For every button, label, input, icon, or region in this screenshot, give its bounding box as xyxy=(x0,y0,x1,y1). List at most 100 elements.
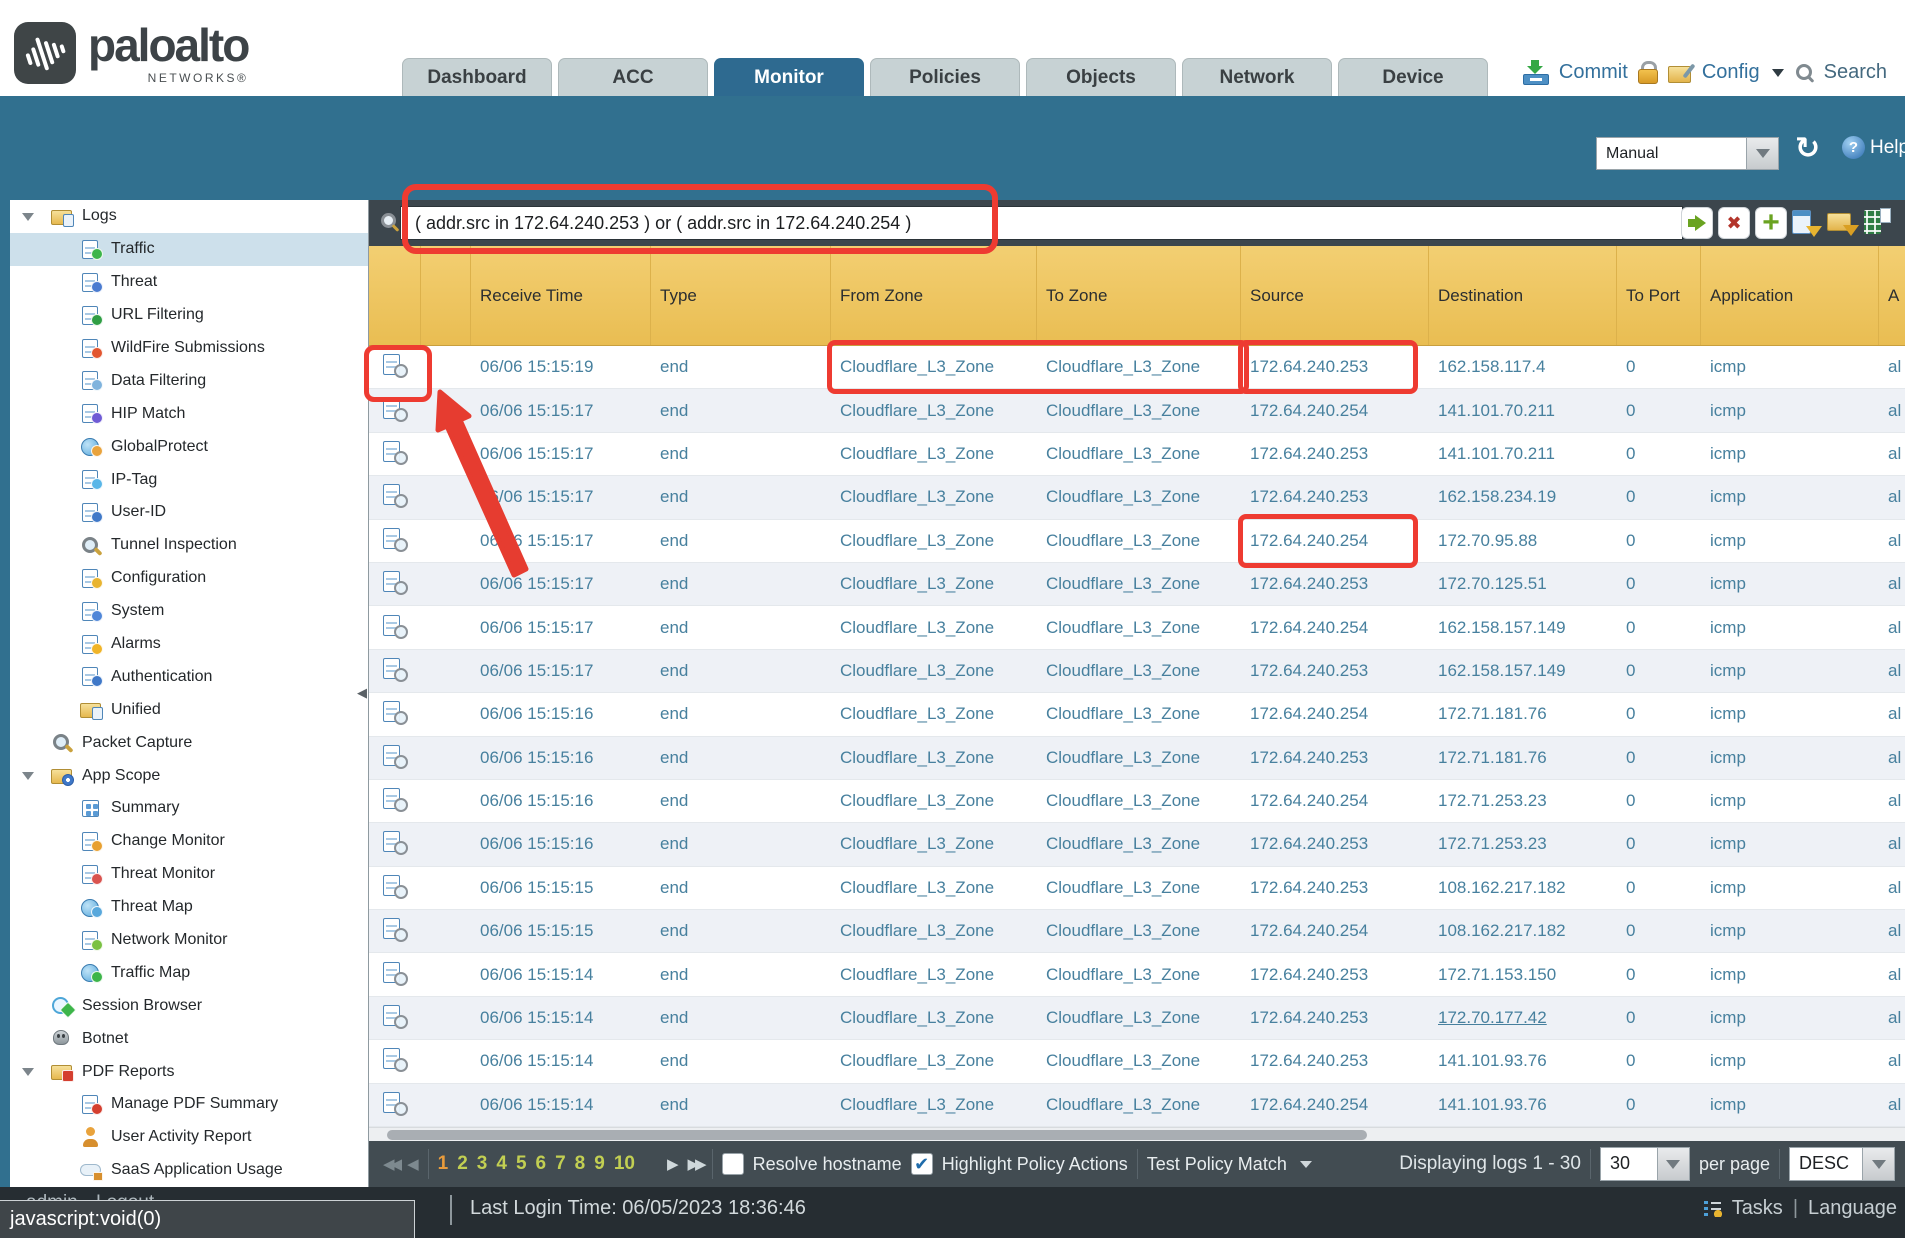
table-row[interactable]: 06/06 15:15:14 end Cloudflare_L3_Zone Cl… xyxy=(369,1084,1905,1127)
table-row[interactable]: 06/06 15:15:14 end Cloudflare_L3_Zone Cl… xyxy=(369,953,1905,996)
log-detail-icon[interactable] xyxy=(382,658,408,684)
log-detail-icon[interactable] xyxy=(382,788,408,814)
log-detail-icon[interactable] xyxy=(382,398,408,424)
table-row[interactable]: 06/06 15:15:17 end Cloudflare_L3_Zone Cl… xyxy=(369,476,1905,519)
sidebar-item[interactable]: User-ID xyxy=(10,496,368,529)
nav-tab[interactable]: Monitor xyxy=(714,58,864,96)
sidebar-item[interactable]: Traffic xyxy=(10,233,368,266)
table-row[interactable]: 06/06 15:15:17 end Cloudflare_L3_Zone Cl… xyxy=(369,520,1905,563)
horizontal-scrollbar-thumb[interactable] xyxy=(387,1130,1367,1140)
cell-destination[interactable]: 172.70.125.51 xyxy=(1429,574,1617,594)
sidebar-item[interactable]: System xyxy=(10,595,368,628)
sidebar-item[interactable]: Threat Map xyxy=(10,891,368,924)
sidebar-item[interactable]: Traffic Map xyxy=(10,956,368,989)
sidebar-item[interactable]: Alarms xyxy=(10,628,368,661)
tasks-button[interactable]: Tasks xyxy=(1732,1197,1783,1220)
table-row[interactable]: 06/06 15:15:16 end Cloudflare_L3_Zone Cl… xyxy=(369,780,1905,823)
log-detail-icon[interactable] xyxy=(382,354,408,380)
table-row[interactable]: 06/06 15:15:16 end Cloudflare_L3_Zone Cl… xyxy=(369,823,1905,866)
column-header-action[interactable]: A xyxy=(1879,246,1905,345)
table-row[interactable]: 06/06 15:15:15 end Cloudflare_L3_Zone Cl… xyxy=(369,867,1905,910)
sidebar-item[interactable]: Authentication xyxy=(10,660,368,693)
log-detail-icon[interactable] xyxy=(382,962,408,988)
nav-tab[interactable]: ACC xyxy=(558,58,708,96)
export-csv-icon[interactable] xyxy=(1864,208,1892,238)
sidebar-item[interactable]: PDF Reports xyxy=(10,1055,368,1088)
sidebar-item[interactable]: Network Monitor xyxy=(10,924,368,957)
page-number[interactable]: 8 xyxy=(575,1153,586,1175)
page-number[interactable]: 9 xyxy=(594,1153,605,1175)
sidebar-item[interactable]: Botnet xyxy=(10,1022,368,1055)
cell-destination[interactable]: 172.71.181.76 xyxy=(1429,704,1617,724)
per-page-dropdown-button[interactable] xyxy=(1657,1148,1689,1180)
cell-destination[interactable]: 172.71.253.23 xyxy=(1429,834,1617,854)
page-number[interactable]: 3 xyxy=(477,1153,488,1175)
test-policy-match-button[interactable]: Test Policy Match xyxy=(1147,1154,1287,1175)
log-detail-icon[interactable] xyxy=(382,484,408,510)
cell-destination[interactable]: 141.101.93.76 xyxy=(1429,1051,1617,1071)
saved-filters-icon[interactable] xyxy=(1827,207,1859,239)
horizontal-scrollbar[interactable] xyxy=(369,1127,1905,1142)
log-detail-icon[interactable] xyxy=(382,1048,408,1074)
table-row[interactable]: 06/06 15:15:17 end Cloudflare_L3_Zone Cl… xyxy=(369,563,1905,606)
refresh-mode-dropdown-button[interactable] xyxy=(1746,138,1778,169)
sidebar-item[interactable]: Summary xyxy=(10,792,368,825)
tasks-icon[interactable] xyxy=(1704,1200,1722,1217)
cell-destination[interactable]: 141.101.70.211 xyxy=(1429,444,1617,464)
log-detail-icon[interactable] xyxy=(382,875,408,901)
cell-destination[interactable]: 162.158.157.149 xyxy=(1429,661,1617,681)
apply-filter-button[interactable] xyxy=(1681,207,1713,239)
cell-destination[interactable]: 162.158.117.4 xyxy=(1429,357,1617,377)
cell-destination[interactable]: 141.101.70.211 xyxy=(1429,401,1617,421)
sidebar-item[interactable]: App Scope xyxy=(10,759,368,792)
page-number[interactable]: 4 xyxy=(496,1153,507,1175)
lock-icon[interactable] xyxy=(1638,61,1658,84)
column-header-source[interactable]: Source xyxy=(1241,246,1429,345)
refresh-mode-select[interactable]: Manual xyxy=(1596,137,1779,170)
cell-destination[interactable]: 172.70.95.88 xyxy=(1429,531,1617,551)
commit-button[interactable]: Commit xyxy=(1559,61,1628,84)
add-filter-button[interactable]: + xyxy=(1755,207,1787,239)
log-detail-icon[interactable] xyxy=(382,441,408,467)
table-row[interactable]: 06/06 15:15:15 end Cloudflare_L3_Zone Cl… xyxy=(369,910,1905,953)
column-header-receive-time[interactable]: Receive Time xyxy=(471,246,651,345)
sort-order-select[interactable]: DESC xyxy=(1789,1147,1895,1181)
log-detail-icon[interactable] xyxy=(382,831,408,857)
config-caret-icon[interactable] xyxy=(1772,69,1784,77)
sidebar-item[interactable]: Threat xyxy=(10,266,368,299)
nav-tab[interactable]: Dashboard xyxy=(402,58,552,96)
table-row[interactable]: 06/06 15:15:17 end Cloudflare_L3_Zone Cl… xyxy=(369,650,1905,693)
sidebar-item[interactable]: Data Filtering xyxy=(10,364,368,397)
log-detail-icon[interactable] xyxy=(382,571,408,597)
cell-destination[interactable]: 108.162.217.182 xyxy=(1429,921,1617,941)
sidebar-item[interactable]: Manage PDF Summary xyxy=(10,1088,368,1121)
column-header-to-port[interactable]: To Port xyxy=(1617,246,1701,345)
nav-tab[interactable]: Objects xyxy=(1026,58,1176,96)
cell-destination[interactable]: 172.71.253.23 xyxy=(1429,791,1617,811)
sidebar-item[interactable]: Packet Capture xyxy=(10,726,368,759)
filter-query-input[interactable]: ( addr.src in 172.64.240.253 ) or ( addr… xyxy=(400,206,1683,240)
sidebar-item[interactable]: HIP Match xyxy=(10,397,368,430)
sidebar-item[interactable]: GlobalProtect xyxy=(10,430,368,463)
splitter-collapse-icon[interactable]: ◀ xyxy=(357,686,367,701)
sidebar-item[interactable]: Logs xyxy=(10,200,368,233)
page-number[interactable]: 7 xyxy=(555,1153,566,1175)
next-page-icon[interactable]: ▶ xyxy=(667,1155,679,1173)
search-button[interactable]: Search xyxy=(1824,61,1887,84)
log-detail-icon[interactable] xyxy=(382,701,408,727)
nav-tab[interactable]: Policies xyxy=(870,58,1020,96)
clear-filter-button[interactable]: ✖ xyxy=(1718,207,1750,239)
column-header-from-zone[interactable]: From Zone xyxy=(831,246,1037,345)
column-header-to-zone[interactable]: To Zone xyxy=(1037,246,1241,345)
column-header-destination[interactable]: Destination xyxy=(1429,246,1617,345)
cell-destination[interactable]: 162.158.157.149 xyxy=(1429,618,1617,638)
sidebar-item[interactable]: Threat Monitor xyxy=(10,858,368,891)
cell-destination[interactable]: 162.158.234.19 xyxy=(1429,487,1617,507)
sort-order-dropdown-button[interactable] xyxy=(1862,1148,1894,1180)
language-button[interactable]: Language xyxy=(1808,1197,1897,1220)
sidebar-item[interactable]: SaaS Application Usage xyxy=(10,1154,368,1187)
log-detail-icon[interactable] xyxy=(382,1005,408,1031)
cell-destination[interactable]: 172.70.177.42 xyxy=(1429,1008,1617,1028)
config-button[interactable]: Config xyxy=(1702,61,1760,84)
sidebar-item[interactable]: IP-Tag xyxy=(10,463,368,496)
